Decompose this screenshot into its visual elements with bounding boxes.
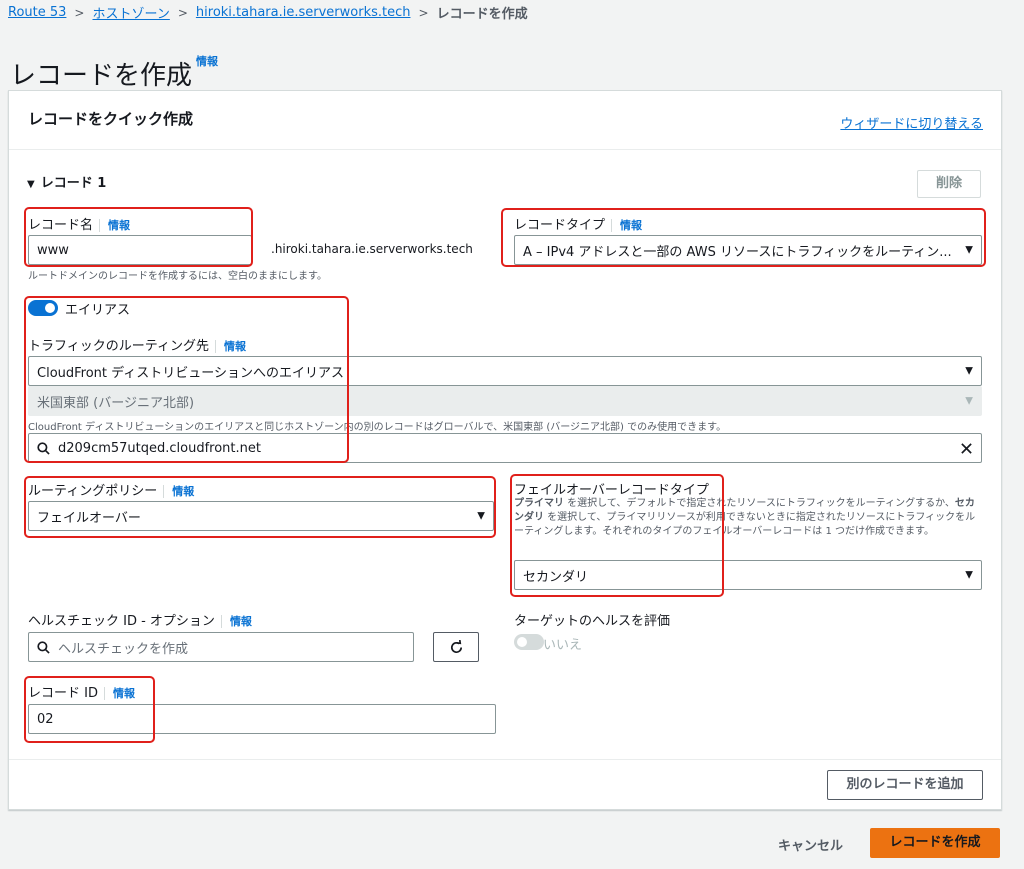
failover-type-select[interactable]: セカンダリ ▼: [514, 560, 982, 590]
search-icon: [37, 640, 50, 654]
breadcrumb-route53[interactable]: Route 53: [8, 5, 66, 20]
clear-icon[interactable]: [960, 442, 973, 455]
record-id-input[interactable]: 02: [28, 704, 496, 734]
distribution-search-value: d209cm57utqed.cloudfront.net: [58, 440, 261, 456]
domain-suffix: .hiroki.tahara.ie.serverworks.tech: [271, 242, 473, 256]
record-type-value: A – IPv4 アドレスと一部の AWS リソースにトラフィックをルーティン.…: [523, 244, 952, 260]
divider: [9, 759, 1001, 760]
delete-button[interactable]: 削除: [917, 170, 981, 198]
breadcrumb-zone[interactable]: hiroki.tahara.ie.serverworks.tech: [196, 5, 411, 20]
failover-type-description: プライマリ を選択して、デフォルトで指定されたリソースにトラフィックをルーティン…: [514, 498, 976, 537]
record-name-hint: ルートドメインのレコードを作成するには、空白のままにします。: [28, 271, 327, 282]
health-check-info-link[interactable]: 情報: [220, 615, 252, 628]
record-type-label: レコードタイプ 情報: [514, 218, 643, 233]
switch-to-wizard-link[interactable]: ウィザードに切り替える: [840, 113, 983, 132]
routing-target-info-link[interactable]: 情報: [214, 340, 246, 353]
record-name-value: www: [37, 242, 69, 258]
record-name-info-link[interactable]: 情報: [99, 219, 131, 232]
alias-label: エイリアス: [65, 303, 131, 318]
record-id-info-link[interactable]: 情報: [103, 687, 135, 700]
alias-toggle[interactable]: [28, 300, 58, 316]
routing-target-label: トラフィックのルーティング先 情報: [28, 339, 246, 354]
record-name-label: レコード名 情報: [28, 218, 131, 233]
caret-down-icon: ▼: [477, 510, 485, 522]
routing-policy-value: フェイルオーバー: [37, 510, 141, 526]
record-section-toggle[interactable]: ▼ レコード 1: [27, 172, 106, 191]
routing-policy-select[interactable]: フェイルオーバー ▼: [28, 501, 494, 531]
caret-down-icon: ▼: [27, 179, 35, 190]
record-name-input[interactable]: www: [28, 235, 252, 265]
record-id-label: レコード ID 情報: [28, 686, 135, 701]
toggle-knob: [517, 637, 527, 647]
caret-down-icon: ▼: [965, 244, 973, 256]
health-check-placeholder: ヘルスチェックを作成: [58, 641, 189, 657]
evaluate-health-toggle: [514, 634, 544, 650]
region-value: 米国東部 (バージニア北部): [37, 395, 195, 411]
breadcrumb: Route 53 > ホストゾーン > hiroki.tahara.ie.ser…: [8, 3, 528, 22]
chevron-right-icon: >: [74, 5, 85, 20]
refresh-icon: [450, 639, 462, 654]
panel-title: レコードをクイック作成: [28, 110, 194, 128]
chevron-right-icon: >: [418, 5, 429, 20]
failover-type-label: フェイルオーバーレコードタイプ: [514, 483, 709, 498]
failover-type-value: セカンダリ: [523, 569, 589, 585]
panel-header: レコードをクイック作成 ウィザードに切り替える: [9, 91, 1001, 150]
region-select: 米国東部 (バージニア北部) ▼: [28, 386, 982, 416]
page-info-link[interactable]: 情報: [196, 53, 218, 69]
breadcrumb-current: レコードを作成: [436, 7, 528, 22]
quick-create-panel: レコードをクイック作成 ウィザードに切り替える ▼ レコード 1 削除 レコード名…: [8, 90, 1002, 810]
health-check-input[interactable]: ヘルスチェックを作成: [28, 632, 414, 662]
refresh-button[interactable]: [433, 632, 479, 662]
caret-down-icon: ▼: [965, 365, 973, 377]
record-type-select[interactable]: A – IPv4 アドレスと一部の AWS リソースにトラフィックをルーティン.…: [514, 235, 982, 265]
caret-down-icon: ▼: [965, 569, 973, 581]
evaluate-health-value: いいえ: [543, 638, 583, 653]
caret-down-icon: ▼: [965, 395, 973, 407]
chevron-right-icon: >: [177, 5, 188, 20]
record-id-value: 02: [37, 711, 54, 727]
record-section-label: レコード 1: [40, 176, 107, 191]
cancel-button[interactable]: キャンセル: [778, 835, 843, 854]
routing-policy-info-link[interactable]: 情報: [163, 485, 195, 498]
routing-target-hint: CloudFront ディストリビューションのエイリアスと同じホストゾーン内の別…: [28, 422, 727, 433]
routing-policy-label: ルーティングポリシー 情報: [28, 484, 195, 499]
evaluate-health-label: ターゲットのヘルスを評価: [514, 614, 671, 629]
endpoint-value: CloudFront ディストリビューションへのエイリアス: [37, 365, 344, 381]
health-check-label: ヘルスチェック ID - オプション 情報: [28, 614, 252, 629]
page-title: レコードを作成: [10, 61, 193, 92]
add-record-button[interactable]: 別のレコードを追加: [827, 770, 983, 800]
search-icon: [37, 441, 50, 455]
create-record-button[interactable]: レコードを作成: [870, 828, 1000, 858]
breadcrumb-hosted-zones[interactable]: ホストゾーン: [92, 3, 169, 22]
toggle-knob: [45, 303, 55, 313]
endpoint-select[interactable]: CloudFront ディストリビューションへのエイリアス ▼: [28, 356, 982, 386]
distribution-search-input[interactable]: d209cm57utqed.cloudfront.net: [28, 433, 982, 463]
record-type-info-link[interactable]: 情報: [611, 219, 643, 232]
